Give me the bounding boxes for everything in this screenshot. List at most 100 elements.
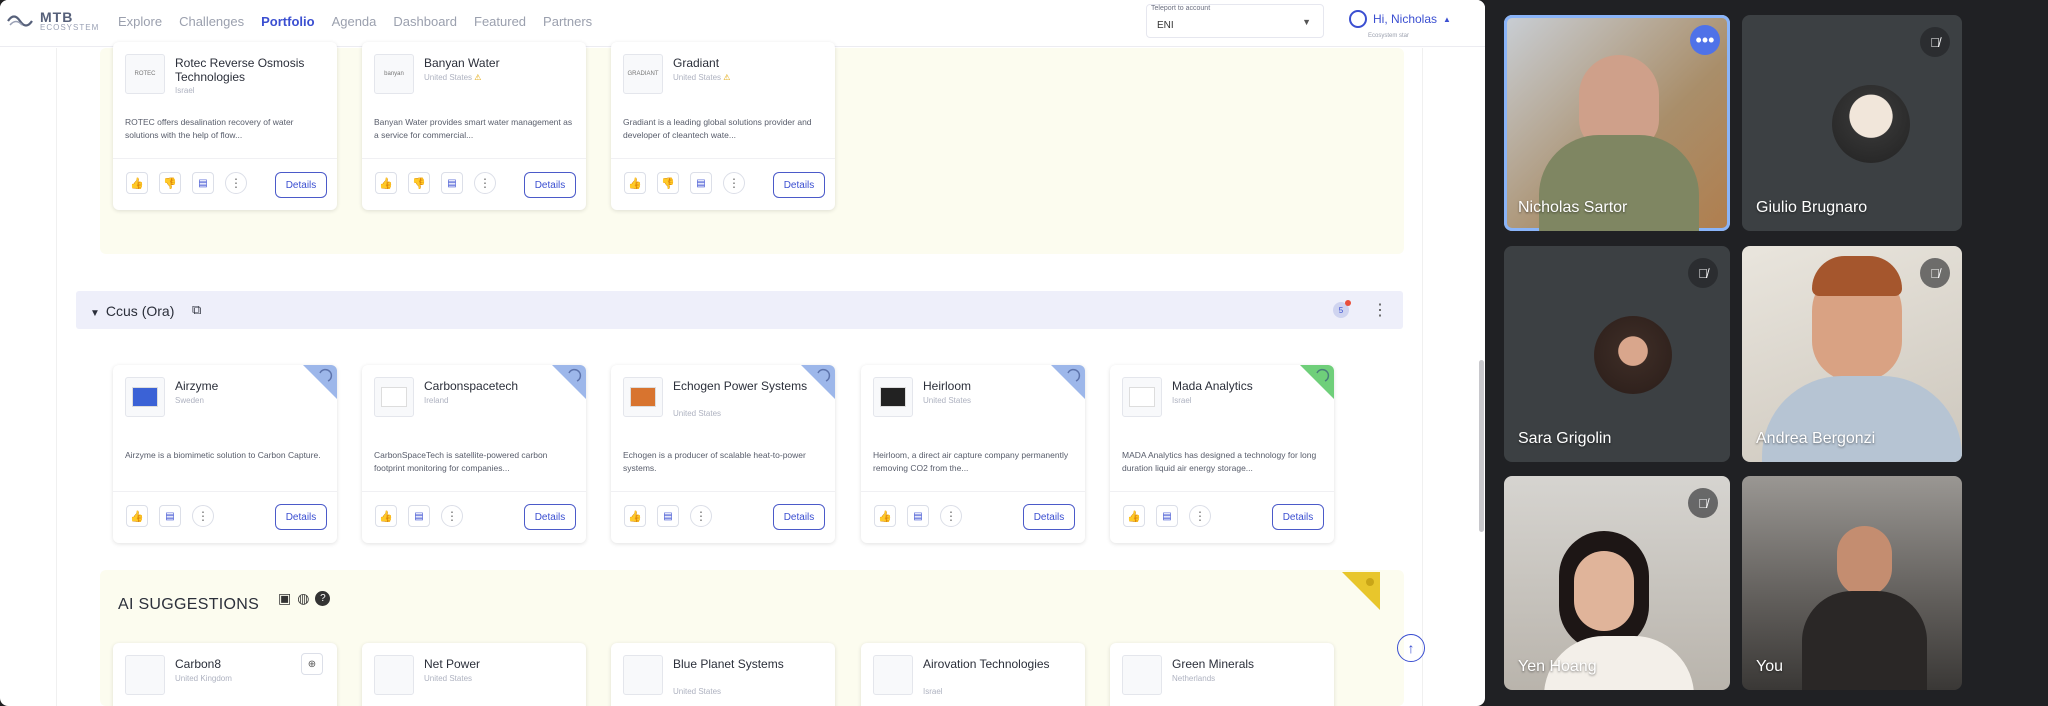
details-button[interactable]: Details bbox=[773, 172, 825, 198]
thumbs-down-icon[interactable]: 👎 bbox=[657, 172, 679, 194]
company-country: United Kingdom bbox=[175, 674, 232, 683]
user-menu[interactable]: Hi, Nicholas ▲ bbox=[1349, 10, 1451, 28]
scroll-to-top-button[interactable]: ↑ bbox=[1397, 634, 1425, 662]
company-name[interactable]: Carbonspacetech bbox=[424, 379, 574, 393]
thumbs-down-icon[interactable]: 👎 bbox=[159, 172, 181, 194]
company-country-text: United States bbox=[424, 73, 473, 82]
company-name[interactable]: Echogen Power Systems bbox=[673, 379, 823, 393]
nav-featured[interactable]: Featured bbox=[474, 14, 526, 29]
thumbs-up-icon[interactable]: 👍 bbox=[375, 172, 397, 194]
document-icon[interactable]: ▤ bbox=[408, 505, 430, 527]
company-name[interactable]: Mada Analytics bbox=[1172, 379, 1322, 393]
details-button[interactable]: Details bbox=[524, 504, 576, 530]
thumbs-up-icon[interactable]: 👍 bbox=[624, 172, 646, 194]
section-title[interactable]: ▼ Ccus (Ora) bbox=[90, 303, 174, 319]
suggested-company-card[interactable]: Carbon8 United Kingdom ⊕ bbox=[113, 643, 337, 706]
company-card[interactable]: banyan Banyan Water United States ⚠ Bany… bbox=[362, 42, 586, 210]
nav-portfolio[interactable]: Portfolio bbox=[261, 14, 314, 29]
nav-challenges[interactable]: Challenges bbox=[179, 14, 244, 29]
section-header-ccus[interactable]: ▼ Ccus (Ora) ⧉ 5 ⋮ bbox=[76, 291, 1403, 329]
thumbs-up-icon[interactable]: 👍 bbox=[375, 505, 397, 527]
details-button[interactable]: Details bbox=[1272, 504, 1324, 530]
company-country: Ireland bbox=[424, 396, 449, 405]
company-card[interactable]: Heirloom United States Heirloom, a direc… bbox=[861, 365, 1085, 543]
suggested-company-card[interactable]: Airovation Technologies Israel bbox=[861, 643, 1085, 706]
user-greeting: Hi, Nicholas bbox=[1373, 12, 1438, 26]
thumbs-up-icon[interactable]: 👍 bbox=[874, 505, 896, 527]
more-options-icon[interactable]: ••• bbox=[1690, 25, 1720, 55]
globe-icon[interactable]: ◍ bbox=[297, 590, 309, 607]
more-options-icon[interactable]: ⋮ bbox=[940, 505, 962, 527]
document-icon[interactable]: ▤ bbox=[192, 172, 214, 194]
badge-count: 5 bbox=[1338, 305, 1344, 315]
document-icon[interactable]: ▤ bbox=[690, 172, 712, 194]
participant-tile-you[interactable]: You bbox=[1742, 476, 1962, 690]
participant-tile-nicholas[interactable]: ••• Nicholas Sartor bbox=[1504, 15, 1730, 231]
scrollbar-thumb[interactable] bbox=[1479, 360, 1484, 532]
more-options-icon[interactable]: ⋮ bbox=[474, 172, 496, 194]
company-card[interactable]: GRADIANT Gradiant United States ⚠ Gradia… bbox=[611, 42, 835, 210]
more-options-icon[interactable]: ⋮ bbox=[723, 172, 745, 194]
thumbs-down-icon[interactable]: 👎 bbox=[408, 172, 430, 194]
company-card[interactable]: Echogen Power Systems United States Echo… bbox=[611, 365, 835, 543]
participant-tile-yen[interactable]: 🎙̸ Yen Hoang bbox=[1504, 476, 1730, 690]
company-name[interactable]: Rotec Reverse Osmosis Technologies bbox=[175, 56, 325, 84]
details-button[interactable]: Details bbox=[524, 172, 576, 198]
teleport-account-select[interactable]: Teleport to account ENI ▼ bbox=[1146, 4, 1324, 38]
participant-tile-andrea[interactable]: 🎙̸ Andrea Bergonzi bbox=[1742, 246, 1962, 462]
company-name[interactable]: Gradiant bbox=[673, 56, 823, 70]
company-card[interactable]: ROTEC Rotec Reverse Osmosis Technologies… bbox=[113, 42, 337, 210]
company-card[interactable]: Airzyme Sweden Airzyme is a biomimetic s… bbox=[113, 365, 337, 543]
nav-explore[interactable]: Explore bbox=[118, 14, 162, 29]
more-options-icon[interactable]: ⋮ bbox=[1189, 505, 1211, 527]
company-logo bbox=[125, 655, 165, 695]
company-name[interactable]: Heirloom bbox=[923, 379, 1073, 393]
thumbs-up-icon[interactable]: 👍 bbox=[126, 172, 148, 194]
thumbs-up-icon[interactable]: 👍 bbox=[1123, 505, 1145, 527]
more-options-icon[interactable]: ⋮ bbox=[441, 505, 463, 527]
company-name[interactable]: Green Minerals bbox=[1172, 657, 1322, 671]
nav-agenda[interactable]: Agenda bbox=[332, 14, 377, 29]
mtb-logo[interactable]: MTB ECOSYSTEM bbox=[6, 10, 99, 32]
document-icon[interactable]: ▤ bbox=[441, 172, 463, 194]
more-options-icon[interactable]: ⋮ bbox=[192, 505, 214, 527]
thumbs-up-icon[interactable]: 👍 bbox=[624, 505, 646, 527]
company-logo bbox=[374, 655, 414, 695]
company-description: CarbonSpaceTech is satellite-powered car… bbox=[374, 450, 548, 473]
company-logo bbox=[873, 377, 913, 417]
suggested-company-card[interactable]: Net Power United States bbox=[362, 643, 586, 706]
company-country: Israel bbox=[1172, 396, 1192, 405]
suggested-company-card[interactable]: Blue Planet Systems United States bbox=[611, 643, 835, 706]
suggested-company-card[interactable]: Green Minerals Netherlands bbox=[1110, 643, 1334, 706]
document-icon[interactable]: ▤ bbox=[159, 505, 181, 527]
company-name[interactable]: Blue Planet Systems bbox=[673, 657, 823, 671]
company-name[interactable]: Airovation Technologies bbox=[923, 657, 1073, 671]
add-to-portfolio-icon[interactable]: ⊕ bbox=[301, 653, 323, 675]
company-name[interactable]: Net Power bbox=[424, 657, 574, 671]
chevron-down-icon: ▼ bbox=[1302, 17, 1311, 27]
nav-dashboard[interactable]: Dashboard bbox=[393, 14, 457, 29]
participant-tile-giulio[interactable]: 🎙̸ Giulio Brugnaro bbox=[1742, 15, 1962, 231]
external-link-icon[interactable]: ⧉ bbox=[192, 302, 201, 318]
document-icon[interactable]: ▤ bbox=[1156, 505, 1178, 527]
thumbs-up-icon[interactable]: 👍 bbox=[126, 505, 148, 527]
more-options-icon[interactable]: ⋮ bbox=[225, 172, 247, 194]
details-button[interactable]: Details bbox=[1023, 504, 1075, 530]
company-country-text: United States bbox=[673, 73, 722, 82]
company-name[interactable]: Airzyme bbox=[175, 379, 325, 393]
more-options-icon[interactable]: ⋮ bbox=[690, 505, 712, 527]
new-document-icon[interactable]: ▣ bbox=[278, 590, 291, 607]
help-icon[interactable]: ? bbox=[315, 591, 331, 606]
participant-tile-sara[interactable]: 🎙̸ Sara Grigolin bbox=[1504, 246, 1730, 462]
section-count-badge[interactable]: 5 bbox=[1333, 300, 1351, 318]
kebab-menu-icon[interactable]: ⋮ bbox=[1372, 300, 1388, 320]
document-icon[interactable]: ▤ bbox=[657, 505, 679, 527]
company-card[interactable]: Carbonspacetech Ireland CarbonSpaceTech … bbox=[362, 365, 586, 543]
nav-partners[interactable]: Partners bbox=[543, 14, 592, 29]
company-name[interactable]: Banyan Water bbox=[424, 56, 574, 70]
company-card[interactable]: Mada Analytics Israel MADA Analytics has… bbox=[1110, 365, 1334, 543]
document-icon[interactable]: ▤ bbox=[907, 505, 929, 527]
details-button[interactable]: Details bbox=[275, 172, 327, 198]
details-button[interactable]: Details bbox=[275, 504, 327, 530]
details-button[interactable]: Details bbox=[773, 504, 825, 530]
